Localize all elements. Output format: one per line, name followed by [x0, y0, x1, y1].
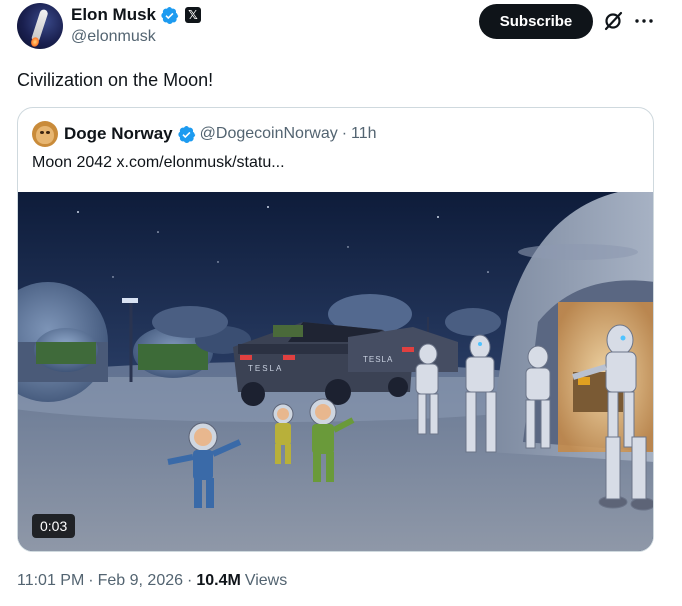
author-avatar[interactable] [17, 3, 63, 49]
verified-badge-icon[interactable] [160, 6, 179, 25]
video-player[interactable]: TESLA TESLA 0:03 [18, 192, 653, 551]
author-name-row: Elon Musk 𝕏 [71, 4, 202, 26]
meta-separator: · [187, 572, 193, 589]
views-count: 10.4M [196, 572, 241, 589]
post-time[interactable]: 11:01 PM [17, 572, 84, 590]
meta-separator: · [88, 572, 94, 589]
quoted-handle[interactable]: @DogecoinNorway [200, 125, 338, 143]
tweet-text: Civilization on the Moon! [17, 70, 214, 90]
quoted-timestamp[interactable]: 11h [351, 125, 377, 143]
quoted-tweet-card[interactable]: Doge Norway @DogecoinNorway · 11h Moon 2… [17, 107, 654, 552]
video-duration-badge: 0:03 [32, 514, 76, 538]
quoted-separator: · [341, 125, 348, 142]
doge-face [36, 126, 54, 144]
post-date[interactable]: Feb 9, 2026 [98, 572, 183, 590]
doge-eye-right [46, 131, 50, 134]
subscribe-button[interactable]: Subscribe [479, 4, 593, 39]
quoted-display-name[interactable]: Doge Norway [64, 124, 173, 144]
x-affiliation-icon[interactable]: 𝕏 [185, 7, 202, 23]
quoted-text: Moon 2042 x.com/elonmusk/statu... [32, 154, 285, 171]
doge-eye-left [40, 131, 44, 134]
author-handle[interactable]: @elonmusk [71, 28, 156, 46]
second-truck-label: TESLA [363, 355, 393, 364]
views-label: Views [244, 572, 288, 589]
author-display-name[interactable]: Elon Musk [71, 5, 156, 25]
moon-base-scene: TESLA TESLA [18, 192, 653, 551]
more-icon[interactable] [632, 9, 656, 33]
quoted-author-avatar[interactable] [32, 121, 58, 147]
tweet-meta: 11:01 PM · Feb 9, 2026 · 10.4M Views [17, 572, 287, 590]
verified-badge-icon[interactable] [177, 125, 196, 144]
grok-icon[interactable] [601, 9, 625, 33]
cybertruck-label: TESLA [248, 364, 283, 373]
quoted-header: Doge Norway @DogecoinNorway · 11h [64, 123, 377, 145]
